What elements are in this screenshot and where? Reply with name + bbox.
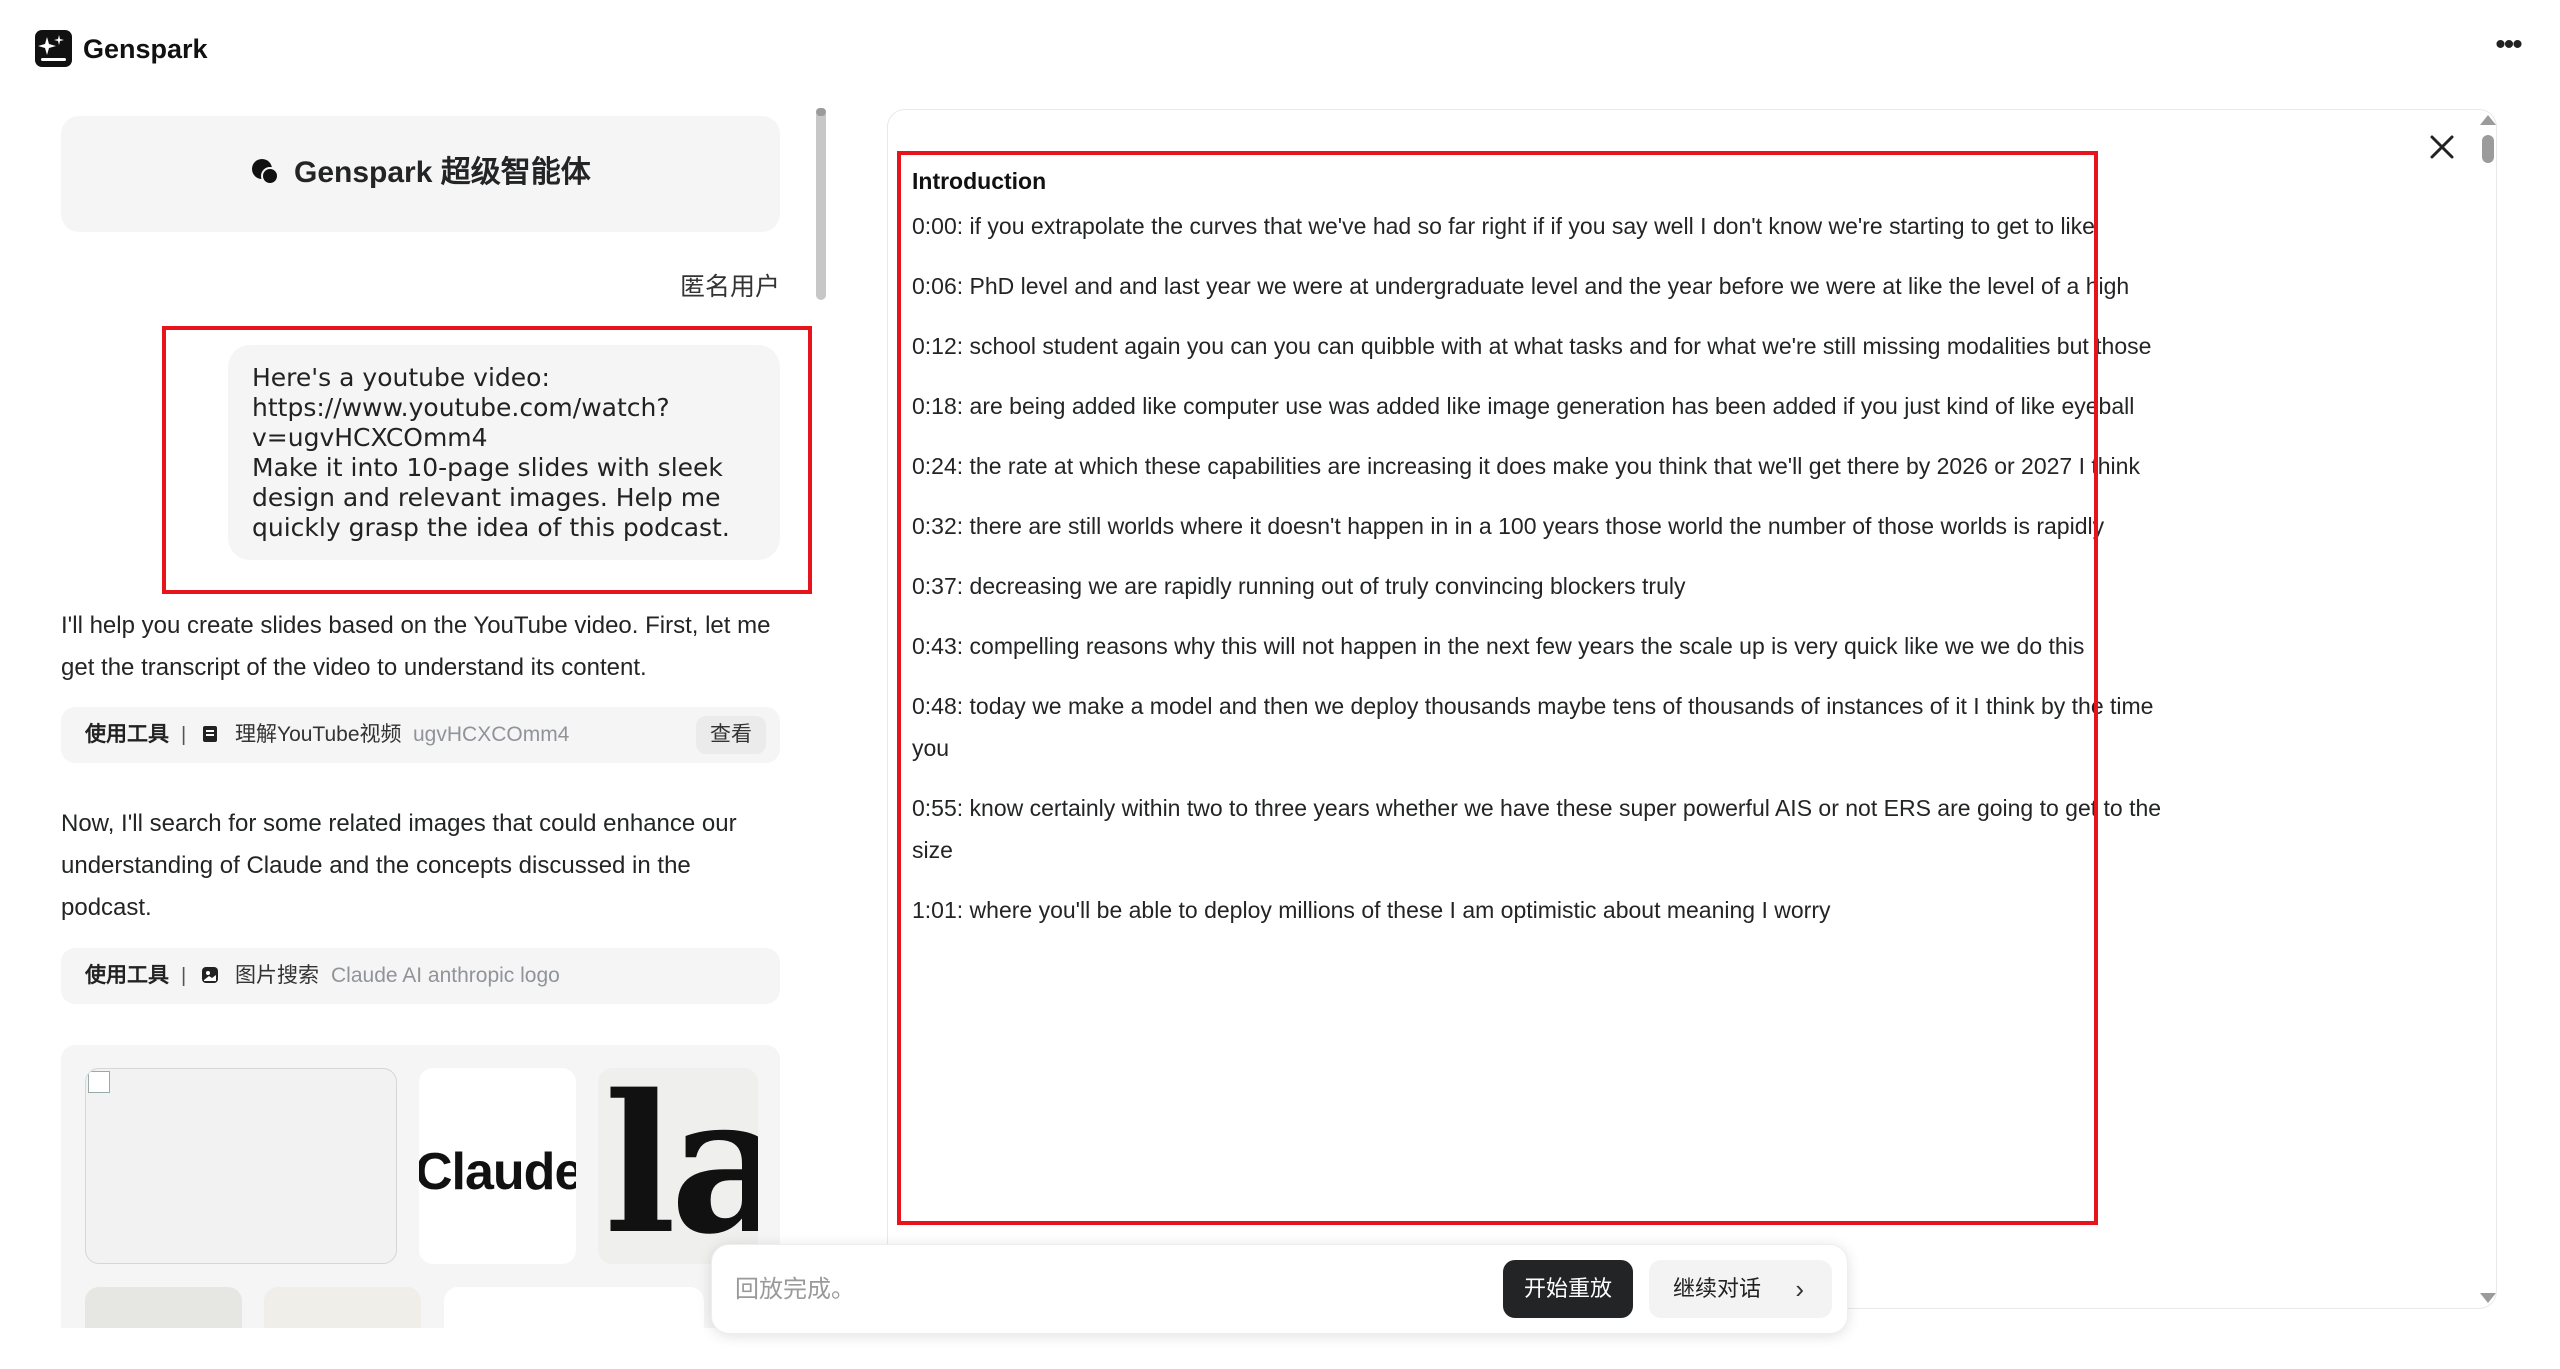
transcript-entry: 0:32: there are still worlds where it do… [912,513,2105,539]
continue-chat-label: 继续对话 [1673,1276,1762,1301]
tool-argument: Claude AI anthropic logo [331,964,560,987]
transcript-entry: 0:12: school student again you can you c… [912,333,2152,359]
chevron-right-icon: › [1795,1274,1804,1304]
tool-separator: | [181,724,187,746]
tool-name: 图片搜索 [235,964,319,987]
image-result-broken[interactable] [85,1068,397,1264]
user-message-line: Make it into 10-page slides with sleek [252,453,723,482]
user-message-line: Here's a youtube video: [252,363,550,392]
replay-bar: 回放完成。 开始重放 继续对话 › [711,1244,1848,1334]
user-message-line: quickly grasp the idea of this podcast. [252,513,730,542]
user-message-line: https://www.youtube.com/watch? [252,393,670,422]
la-image-text: la [604,1068,758,1264]
transcript-content: Introduction 0:00: if you extrapolate th… [912,165,2172,949]
transcript-heading: Introduction [912,168,1047,194]
tool-call-youtube[interactable]: 使用工具 | 理解YouTube视频 ugvHCXCOmm4 查看 [61,707,780,763]
more-options-icon[interactable]: ••• [2488,28,2528,68]
transcript-entry: 0:18: are being added like computer use … [912,393,2135,419]
tool-separator: | [181,965,187,987]
scroll-down-arrow-icon[interactable] [2480,1293,2496,1303]
image-search-icon [202,967,218,983]
transcript-entry: 0:06: PhD level and and last year we wer… [912,273,2130,299]
document-icon [203,726,217,742]
image-result-claude-logo[interactable]: Claude [419,1068,576,1264]
transcript-entry: 0:24: the rate at which these capabiliti… [912,453,2140,479]
transcript-entry: 0:43: compelling reasons why this will n… [912,633,2085,659]
tool-label: 使用工具 [85,723,169,746]
right-scrollbar[interactable] [2482,135,2494,163]
app-name[interactable]: Genspark [83,31,208,67]
tool-label: 使用工具 [85,964,169,987]
tool-argument: ugvHCXCOmm4 [413,723,570,746]
top-bar: Genspark ••• [0,0,2560,96]
transcript-entry: 0:48: today we make a model and then we … [912,693,2154,761]
scroll-up-arrow-icon[interactable] [2480,115,2496,125]
agent-title: Genspark 超级智能体 [294,156,591,189]
user-message-line: design and relevant images. Help me [252,483,721,512]
transcript-entry: 0:55: know certainly within two to three… [912,795,2162,863]
user-name: 匿名用户 [679,273,780,301]
tool-call-image-search[interactable]: 使用工具 | 图片搜索 Claude AI anthropic logo [61,948,780,1004]
image-results: Claude la [61,1045,780,1328]
image-result[interactable] [264,1287,421,1328]
broken-image-icon [88,1071,110,1093]
image-result[interactable] [444,1287,704,1328]
claude-logo-text: Claude [419,1143,576,1201]
replay-status: 回放完成。 [735,1276,855,1303]
transcript-panel: Introduction 0:00: if you extrapolate th… [887,109,2497,1309]
user-message: Here's a youtube video: https://www.yout… [228,345,780,560]
transcript-entry: 0:37: decreasing we are rapidly running … [912,573,1686,599]
tool-name: 理解YouTube视频 [235,723,402,746]
view-button[interactable]: 查看 [696,716,766,754]
assistant-message: Now, I'll search for some related images… [61,810,737,921]
user-message-line: v=ugvHCXCOmm4 [252,423,488,452]
transcript-entry: 1:01: where you'll be able to deploy mil… [912,897,1831,923]
continue-chat-button[interactable]: 继续对话 › [1649,1260,1832,1318]
left-scrollbar-cap [816,108,826,116]
transcript-entry: 0:00: if you extrapolate the curves that… [912,213,2095,239]
genspark-logo-icon[interactable] [35,30,72,67]
assistant-message: I'll help you create slides based on the… [61,612,771,681]
image-result[interactable] [85,1287,242,1328]
image-result-la[interactable]: la [598,1068,758,1264]
agent-card: Genspark 超级智能体 [61,116,780,232]
chat-bubble-icon [252,159,279,185]
start-replay-button[interactable]: 开始重放 [1503,1260,1633,1318]
left-scrollbar[interactable] [816,110,826,300]
close-icon[interactable] [2422,127,2462,167]
